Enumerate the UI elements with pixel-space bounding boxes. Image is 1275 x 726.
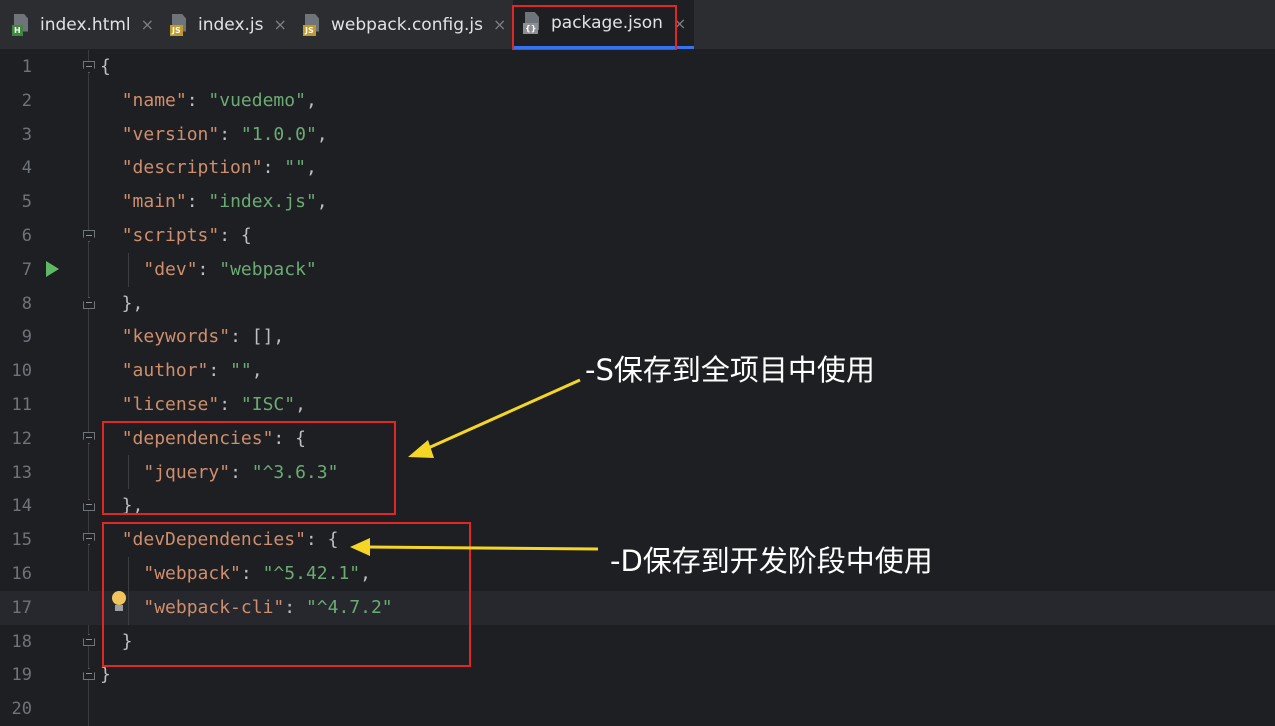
arrow-to-devdependencies [367, 545, 599, 551]
annotation-save-d: -D保存到开发阶段中使用 [610, 544, 933, 578]
annotation-save-s: -S保存到全项目中使用 [585, 353, 875, 387]
arrow-to-dependencies [425, 378, 581, 451]
arrow-head [408, 440, 434, 458]
arrow-head [350, 538, 370, 556]
